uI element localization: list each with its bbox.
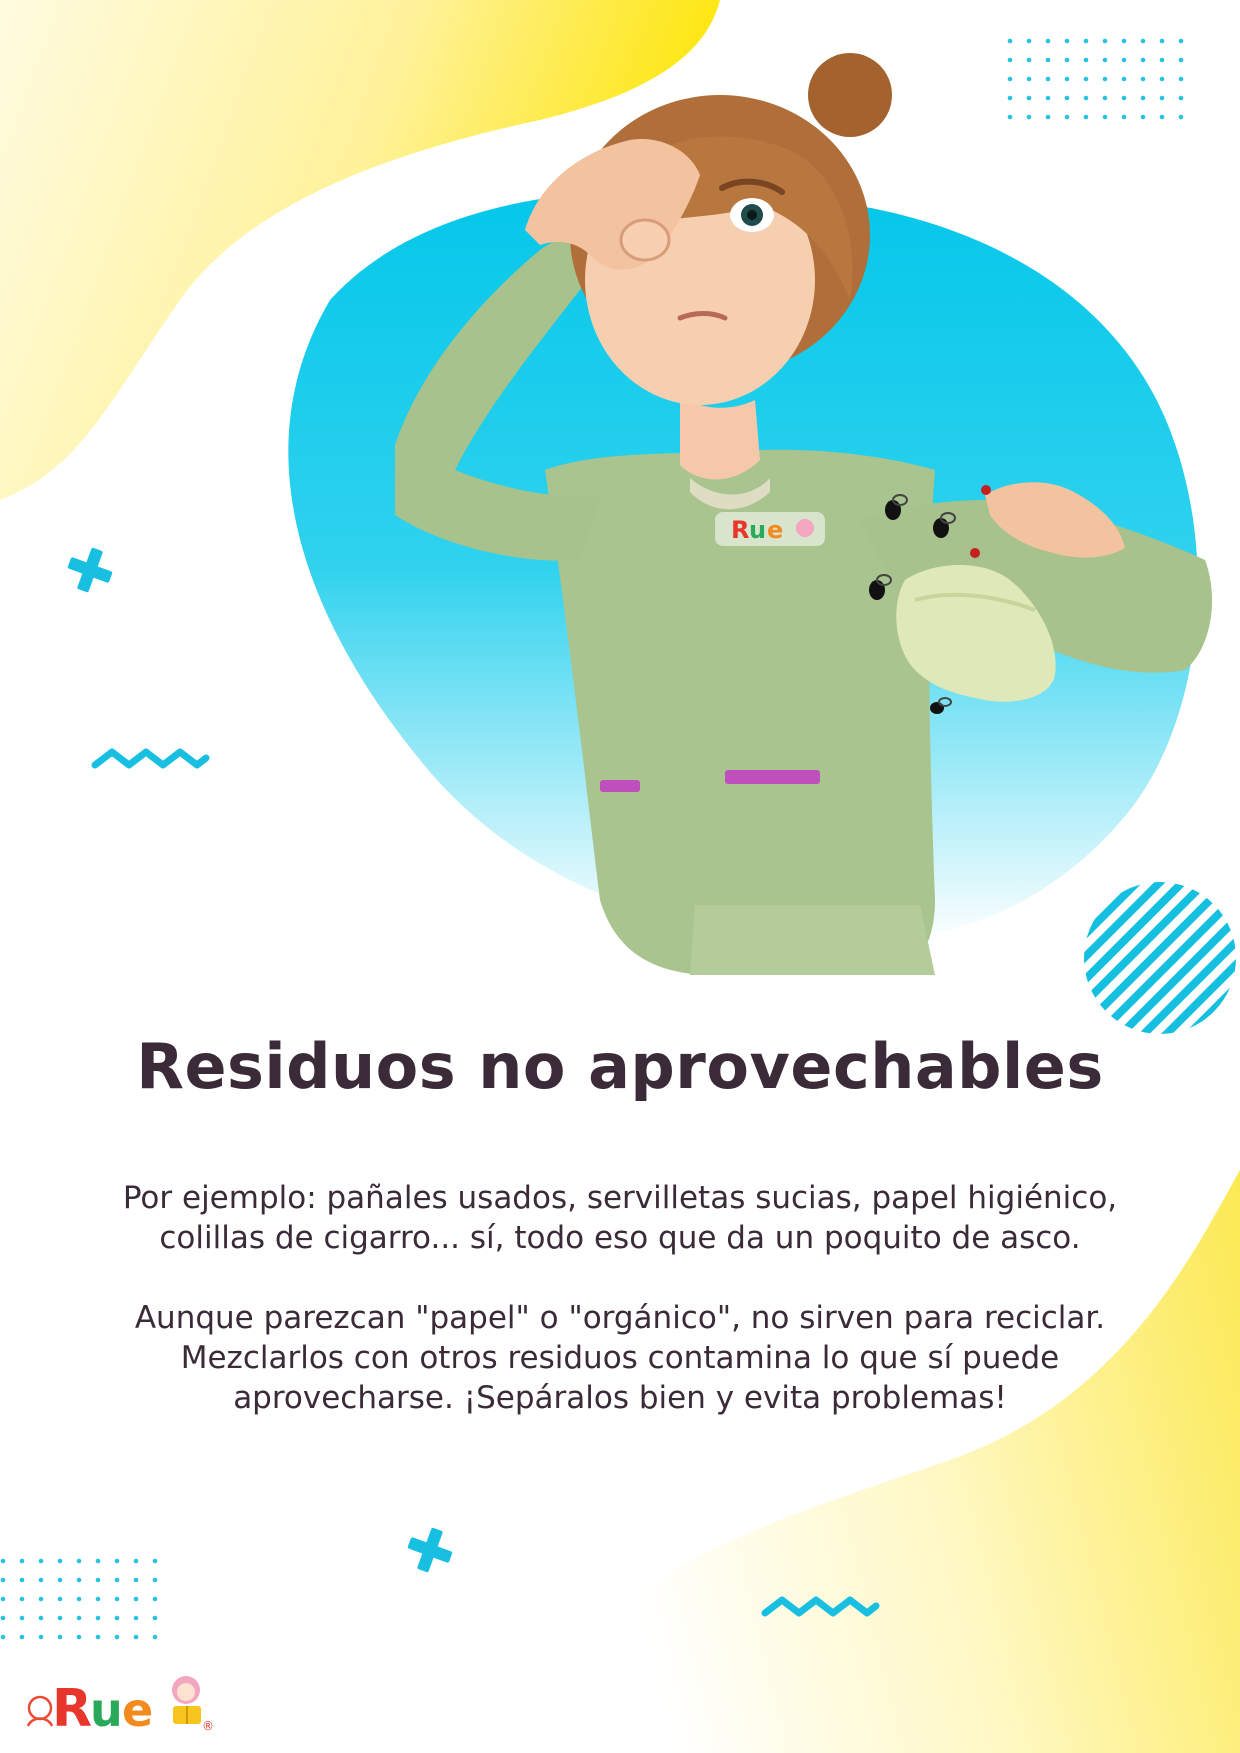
kid-reading-icon	[172, 1676, 201, 1724]
shirt-logo: R u e	[715, 512, 825, 546]
page-title: Residuos no aprovechables	[136, 1030, 1104, 1103]
svg-text:R: R	[52, 1679, 92, 1739]
brand-logo-graphic: R u e ®	[26, 1676, 214, 1739]
svg-text:u: u	[749, 516, 766, 544]
hair-bun	[808, 53, 892, 137]
pink-stripe-2	[725, 770, 820, 784]
svg-text:®: ®	[202, 1719, 214, 1733]
character-illustration: R u e	[395, 53, 1213, 975]
paragraph-advice: Aunque parezcan "papel" o "orgánico", no…	[60, 1298, 1180, 1418]
paragraph-line: aprovecharse. ¡Sepáralos bien y evita pr…	[233, 1380, 1007, 1416]
paragraph-line: Mezclarlos con otros residuos contamina …	[180, 1340, 1060, 1376]
paragraph-line: Por ejemplo: pañales usados, servilletas…	[122, 1180, 1118, 1216]
pink-stripe-1	[600, 780, 640, 792]
svg-text:u: u	[90, 1683, 123, 1737]
brand-logo: R u e ®	[18, 1660, 218, 1740]
svg-text:e: e	[122, 1683, 153, 1737]
paragraph-examples: Por ejemplo: pañales usados, servilletas…	[60, 1178, 1180, 1258]
paragraph-line: colillas de cigarro... sí, todo eso que …	[159, 1220, 1081, 1256]
baby-icon	[26, 1695, 54, 1727]
svg-text:e: e	[767, 516, 783, 544]
character-left-arm	[395, 239, 600, 561]
svg-text:R: R	[731, 516, 749, 544]
page: R u e Residuos no aprovechables Por ejem…	[0, 0, 1240, 1753]
paragraph-line: Aunque parezcan "papel" o "orgánico", no…	[134, 1300, 1106, 1336]
